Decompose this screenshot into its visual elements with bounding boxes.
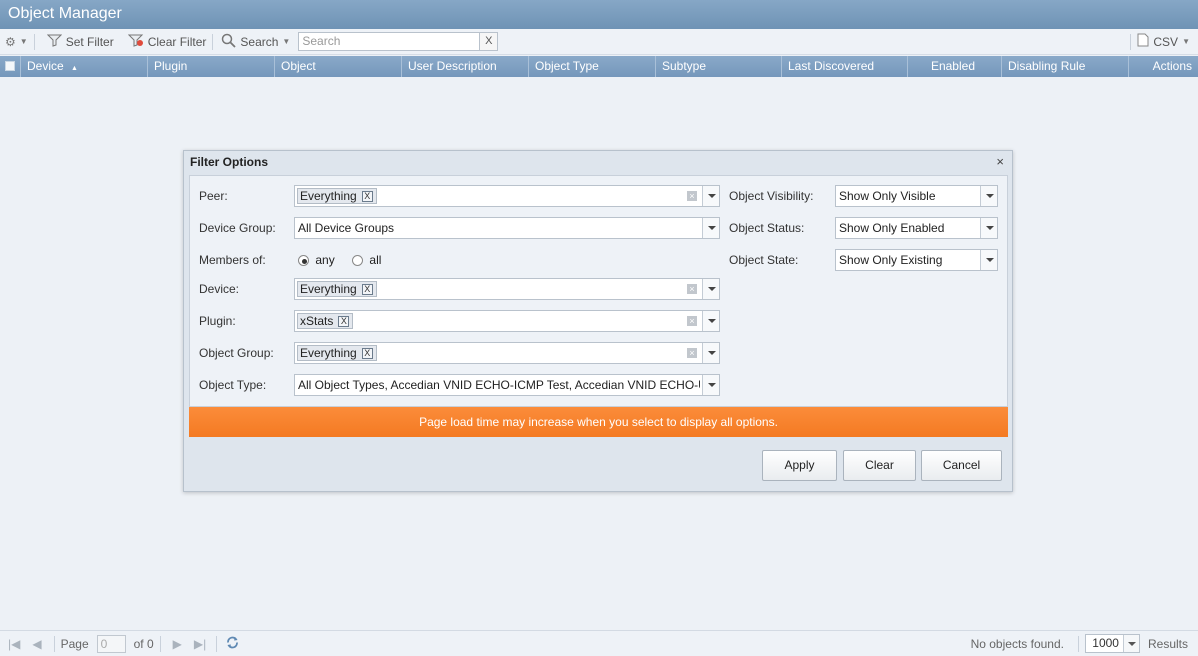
csv-label: CSV (1153, 34, 1179, 49)
clear-filter-button[interactable]: Clear Filter (127, 29, 207, 54)
clear-button[interactable]: Clear (843, 450, 916, 481)
results-status: No objects found. (970, 636, 1064, 651)
clear-field-icon[interactable]: × (687, 191, 697, 201)
clear-field-icon[interactable]: × (687, 316, 697, 326)
apply-button[interactable]: Apply (762, 450, 837, 481)
clear-field-icon[interactable]: × (687, 284, 697, 294)
plugin-label: Plugin: (199, 314, 236, 328)
remove-tag-icon[interactable]: X (338, 315, 350, 327)
column-user-description[interactable]: User Description (402, 56, 529, 77)
results-per-page-select[interactable]: 1000 (1084, 634, 1140, 653)
dropdown-arrow[interactable] (702, 186, 719, 206)
next-page-icon[interactable]: ▶ (173, 637, 182, 651)
object-type-select[interactable]: All Object Types, Accedian VNID ECHO-ICM… (294, 374, 720, 396)
dropdown-arrow[interactable] (980, 250, 997, 270)
search-menu-label: Search (240, 34, 279, 49)
clear-filter-label: Clear Filter (147, 34, 207, 49)
set-filter-button[interactable]: Set Filter (46, 29, 114, 54)
column-disabling-rule[interactable]: Disabling Rule (1002, 56, 1129, 77)
plugin-field[interactable]: xStats X × (294, 310, 720, 332)
peer-field[interactable]: Everything X × (294, 185, 720, 207)
search-icon (221, 33, 237, 51)
gear-icon: ⚙ (5, 34, 16, 49)
page-count-label: of 0 (133, 636, 154, 651)
column-subtype[interactable]: Subtype (656, 56, 782, 77)
column-actions[interactable]: Actions (1129, 56, 1198, 77)
dropdown-arrow[interactable] (980, 186, 997, 206)
device-label: Device: (199, 282, 240, 296)
refresh-icon[interactable] (225, 635, 240, 653)
document-icon (1137, 33, 1149, 50)
dropdown-arrow[interactable] (702, 375, 719, 395)
members-of-label: Members of: (199, 253, 266, 267)
close-icon[interactable]: × (996, 154, 1004, 169)
results-label: Results (1147, 636, 1188, 651)
settings-menu-button[interactable]: ⚙ ▼ (5, 29, 28, 54)
dialog-title: Filter Options (190, 155, 268, 169)
app-title: Object Manager (0, 0, 1198, 29)
object-status-select[interactable]: Show Only Enabled (835, 217, 998, 239)
device-tag: Everything X (297, 281, 377, 297)
remove-tag-icon[interactable]: X (361, 347, 373, 359)
column-plugin[interactable]: Plugin (148, 56, 275, 77)
search-menu-button[interactable]: Search ▼ (221, 29, 290, 54)
object-visibility-label: Object Visibility: (729, 189, 814, 203)
dropdown-arrow[interactable] (702, 311, 719, 331)
csv-export-button[interactable]: CSV ▼ (1137, 29, 1190, 54)
first-page-icon[interactable]: |◀ (8, 637, 20, 651)
select-all-checkbox[interactable] (0, 56, 21, 77)
object-group-field[interactable]: Everything X × (294, 342, 720, 364)
set-filter-label: Set Filter (65, 34, 114, 49)
dropdown-arrow[interactable] (702, 218, 719, 238)
pager-bar: |◀ ◀ Page 0 of 0 ▶ ▶| No objects found. … (0, 630, 1198, 656)
chevron-down-icon: ▼ (19, 37, 28, 46)
dropdown-arrow[interactable] (702, 343, 719, 363)
column-enabled[interactable]: Enabled (908, 56, 1002, 77)
device-group-select[interactable]: All Device Groups (294, 217, 720, 239)
object-group-label: Object Group: (199, 346, 274, 360)
dialog-body: Peer: Everything X × Device Group: All D… (189, 175, 1008, 407)
device-field[interactable]: Everything X × (294, 278, 720, 300)
chevron-down-icon: ▼ (1182, 37, 1190, 46)
performance-warning-banner: Page load time may increase when you sel… (189, 407, 1008, 437)
filter-options-dialog: Filter Options × Peer: Everything X × De… (183, 150, 1013, 492)
page-label: Page (60, 636, 89, 651)
members-of-radio-group: any all (298, 249, 381, 271)
members-any-radio[interactable] (298, 255, 309, 267)
remove-tag-icon[interactable]: X (361, 283, 373, 295)
peer-label: Peer: (199, 189, 228, 203)
object-state-label: Object State: (729, 253, 799, 267)
object-status-label: Object Status: (729, 221, 805, 235)
column-device[interactable]: Device ▲ (21, 56, 148, 77)
object-type-label: Object Type: (199, 378, 267, 392)
page-number-input[interactable]: 0 (96, 634, 126, 653)
dropdown-arrow[interactable] (1122, 635, 1139, 652)
column-object[interactable]: Object (275, 56, 402, 77)
peer-tag: Everything X (297, 188, 377, 204)
object-visibility-select[interactable]: Show Only Visible (835, 185, 998, 207)
filter-icon (46, 33, 62, 50)
device-group-label: Device Group: (199, 221, 276, 235)
object-group-tag: Everything X (297, 345, 377, 361)
cancel-button[interactable]: Cancel (921, 450, 1002, 481)
toolbar: ⚙ ▼ Set Filter Clear Filter Search ▼ Sea… (0, 29, 1198, 55)
column-object-type[interactable]: Object Type (529, 56, 656, 77)
remove-tag-icon[interactable]: X (361, 190, 373, 202)
dropdown-arrow[interactable] (702, 279, 719, 299)
last-page-icon[interactable]: ▶| (194, 637, 206, 651)
clear-field-icon[interactable]: × (687, 348, 697, 358)
dropdown-arrow[interactable] (980, 218, 997, 238)
search-input[interactable]: Search (298, 32, 481, 51)
grid-header: Device ▲ Plugin Object User Description … (0, 56, 1198, 77)
sort-ascending-icon: ▲ (71, 65, 78, 72)
previous-page-icon[interactable]: ◀ (32, 637, 41, 651)
column-last-discovered[interactable]: Last Discovered (782, 56, 908, 77)
chevron-down-icon: ▼ (282, 37, 291, 46)
members-all-radio[interactable] (352, 255, 364, 267)
plugin-tag: xStats X (297, 313, 354, 329)
clear-filter-icon (127, 33, 144, 50)
search-clear-button[interactable]: X (480, 32, 499, 51)
object-state-select[interactable]: Show Only Existing (835, 249, 998, 271)
